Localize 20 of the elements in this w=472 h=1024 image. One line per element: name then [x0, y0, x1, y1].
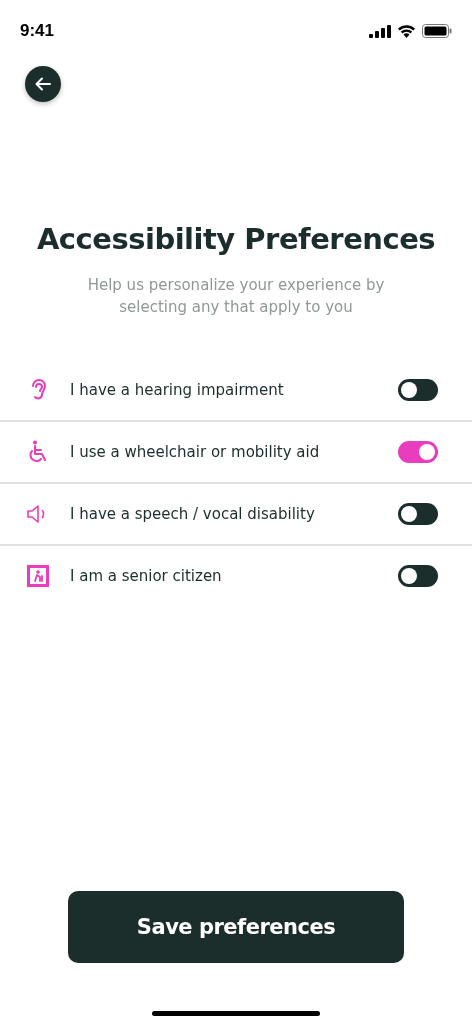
save-button[interactable]: Save preferences — [68, 891, 404, 963]
battery-icon — [422, 24, 452, 38]
wifi-icon — [397, 24, 416, 38]
toggle-switch[interactable] — [398, 565, 438, 587]
option-label: I have a speech / vocal disability — [70, 505, 316, 523]
back-button[interactable] — [25, 66, 61, 102]
wheelchair-icon — [27, 440, 49, 464]
page-subtitle: Help us personalize your experience by selecting any that apply to you — [86, 275, 386, 318]
toggle-switch[interactable] — [398, 441, 438, 463]
option-label: I am a senior citizen — [70, 567, 223, 585]
status-time: 9:41 — [20, 21, 55, 41]
signal-icon — [369, 24, 391, 38]
toggle-switch[interactable] — [398, 503, 438, 525]
page-title: Accessibility Preferences — [35, 222, 437, 256]
toggle-switch[interactable] — [398, 379, 438, 401]
back-arrow-icon — [35, 77, 51, 91]
senior-icon — [27, 565, 49, 587]
option-label: I use a wheelchair or mobility aid — [70, 443, 321, 461]
ear-icon — [30, 378, 46, 402]
option-label: I have a hearing impairment — [70, 381, 285, 399]
